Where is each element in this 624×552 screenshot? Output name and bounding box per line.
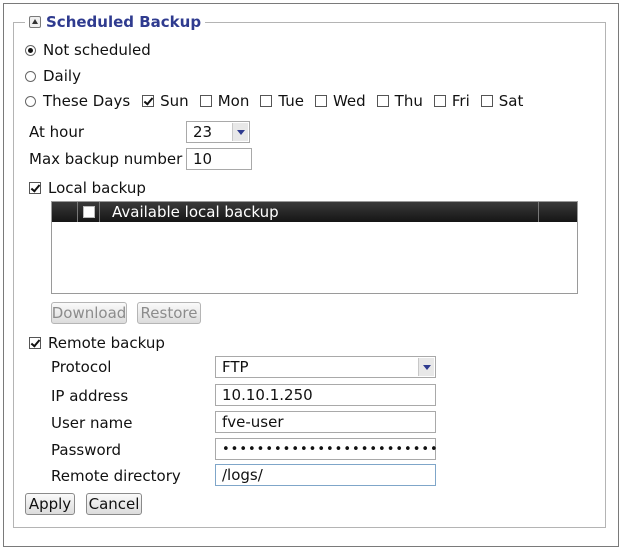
max-backup-input[interactable]: 10 [186, 148, 252, 170]
remote-backup-checkbox[interactable] [29, 337, 41, 349]
ip-address-label: IP address [51, 387, 129, 405]
radio-these-days-label: These Days [43, 92, 131, 110]
apply-button[interactable]: Apply [25, 493, 75, 515]
collapse-toggle-icon[interactable] [29, 16, 41, 28]
day-wed-label: Wed [332, 92, 366, 110]
remote-directory-value: /logs/ [222, 466, 263, 484]
radio-these-days-indicator[interactable] [25, 95, 36, 107]
day-mon-checkbox[interactable] [199, 95, 212, 107]
chevron-down-icon[interactable] [418, 358, 434, 376]
download-button[interactable]: Download [51, 302, 127, 324]
max-backup-value: 10 [193, 150, 213, 168]
local-backup-checkbox[interactable] [29, 182, 41, 194]
fieldset-legend: Scheduled Backup [25, 11, 206, 33]
radio-not-scheduled[interactable]: Not scheduled [25, 40, 151, 60]
user-name-input[interactable]: fve-user [215, 411, 436, 433]
protocol-label: Protocol [51, 358, 112, 376]
day-thu-label: Thu [394, 92, 423, 110]
day-tue[interactable]: Tue [260, 92, 304, 110]
day-tue-label: Tue [278, 92, 304, 110]
protocol-select[interactable]: FTP [215, 356, 436, 378]
day-fri-checkbox[interactable] [433, 95, 446, 107]
day-thu[interactable]: Thu [376, 92, 423, 110]
list-header-select-all[interactable] [78, 202, 100, 222]
day-sun-label: Sun [160, 92, 189, 110]
fieldset-title: Scheduled Backup [46, 13, 202, 31]
day-sun-checkbox[interactable] [142, 95, 155, 107]
chevron-down-icon[interactable] [232, 123, 248, 141]
day-sun[interactable]: Sun [142, 92, 189, 110]
select-all-checkbox[interactable] [82, 206, 95, 218]
day-sat-checkbox[interactable] [480, 95, 493, 107]
at-hour-select[interactable]: 23 [186, 121, 250, 143]
day-fri[interactable]: Fri [433, 92, 470, 110]
ip-address-input[interactable]: 10.10.1.250 [215, 384, 436, 406]
remote-directory-label: Remote directory [51, 467, 181, 485]
day-tue-checkbox[interactable] [260, 95, 273, 107]
password-input[interactable]: ••••••••••••••••••••••••• [215, 438, 439, 460]
day-fri-label: Fri [451, 92, 470, 110]
password-label: Password [51, 441, 122, 459]
local-backup-list[interactable]: Available local backup [51, 201, 578, 294]
list-header-divider [538, 202, 539, 222]
day-wed-checkbox[interactable] [314, 95, 327, 107]
user-name-value: fve-user [222, 413, 284, 431]
at-hour-label: At hour [29, 123, 85, 141]
radio-not-scheduled-indicator[interactable] [25, 44, 36, 56]
radio-these-days[interactable]: These Days Sun Mon Tue Wed Thu Fri Sat [25, 91, 534, 111]
list-header-spacer [52, 202, 78, 222]
remote-backup-label: Remote backup [48, 334, 165, 352]
radio-daily-label: Daily [43, 67, 81, 85]
at-hour-value: 23 [193, 123, 213, 141]
day-thu-checkbox[interactable] [376, 95, 389, 107]
radio-daily-indicator[interactable] [25, 70, 36, 82]
local-backup-label: Local backup [48, 179, 146, 197]
list-header: Available local backup [52, 202, 577, 222]
remote-directory-input[interactable]: /logs/ [215, 464, 436, 486]
max-backup-label: Max backup number [29, 150, 183, 168]
day-mon-label: Mon [217, 92, 250, 110]
restore-button[interactable]: Restore [137, 302, 201, 324]
day-wed[interactable]: Wed [314, 92, 366, 110]
ip-address-value: 10.10.1.250 [222, 386, 313, 404]
radio-daily[interactable]: Daily [25, 66, 81, 86]
radio-not-scheduled-label: Not scheduled [43, 41, 151, 59]
protocol-value: FTP [222, 358, 249, 376]
day-sat[interactable]: Sat [480, 92, 524, 110]
column-header-available-local-backup[interactable]: Available local backup [112, 203, 279, 221]
password-value: ••••••••••••••••••••••••• [222, 441, 439, 457]
remote-backup-toggle[interactable]: Remote backup [29, 333, 165, 353]
local-backup-toggle[interactable]: Local backup [29, 178, 146, 198]
day-sat-label: Sat [498, 92, 524, 110]
user-name-label: User name [51, 414, 133, 432]
day-mon[interactable]: Mon [199, 92, 250, 110]
cancel-button[interactable]: Cancel [86, 493, 142, 515]
